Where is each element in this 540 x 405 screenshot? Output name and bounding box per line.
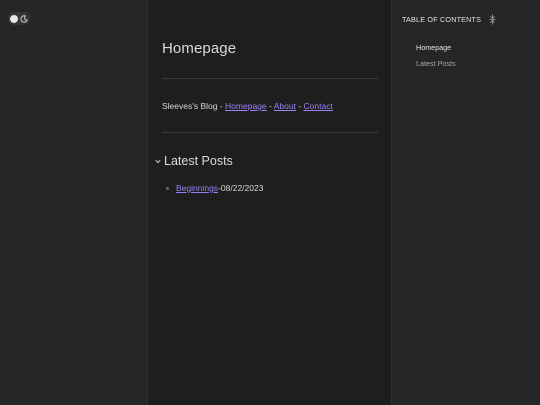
theme-toggle[interactable] [8, 12, 30, 25]
latest-posts-heading[interactable]: Latest Posts [154, 154, 233, 168]
contact-link[interactable]: Contact [304, 101, 333, 111]
right-sidebar: TABLE OF CONTENTS Homepage Latest Posts [391, 0, 540, 405]
post-link[interactable]: Beginnings [176, 183, 218, 193]
blog-name: Sleeves's Blog - [162, 101, 226, 111]
toggle-knob [10, 14, 18, 23]
left-sidebar [0, 0, 148, 405]
collapse-icon[interactable] [489, 14, 496, 25]
toc-item-homepage[interactable]: Homepage [416, 43, 451, 52]
divider [162, 132, 378, 133]
page-title: Homepage [162, 40, 237, 57]
main-content: Homepage Sleeves's Blog - Homepage - Abo… [148, 0, 391, 405]
latest-posts-label: Latest Posts [164, 154, 233, 168]
post-date: 08/22/2023 [220, 183, 264, 193]
chevron-down-icon[interactable] [154, 159, 162, 164]
list-item: Beginnings - 08/22/2023 [166, 183, 263, 193]
homepage-link[interactable]: Homepage [225, 101, 267, 111]
app-window: Homepage Sleeves's Blog - Homepage - Abo… [0, 0, 540, 405]
toc-header[interactable]: TABLE OF CONTENTS [402, 14, 496, 25]
nav-separator: - [295, 101, 304, 111]
bullet-icon [166, 186, 169, 190]
nav-separator: - [266, 101, 274, 111]
about-link[interactable]: About [274, 101, 296, 111]
moon-icon [20, 14, 28, 23]
breadcrumb: Sleeves's Blog - Homepage - About - Cont… [162, 101, 333, 111]
divider [162, 78, 378, 79]
toc-item-latest-posts[interactable]: Latest Posts [416, 59, 456, 68]
toc-title: TABLE OF CONTENTS [402, 15, 482, 24]
